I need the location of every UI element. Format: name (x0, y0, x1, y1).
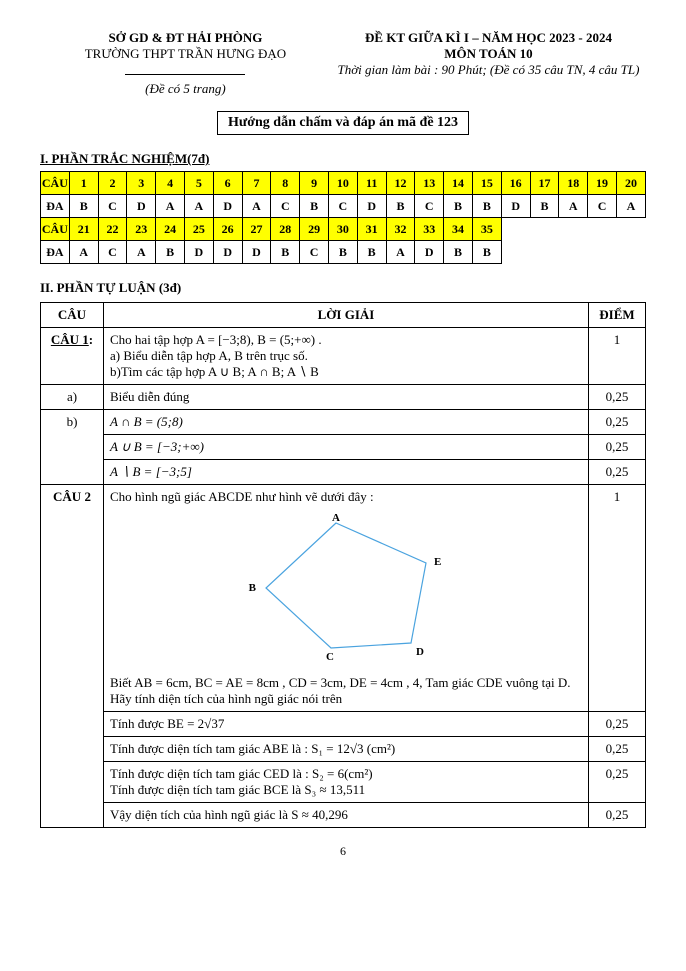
q2-row-2: Tính được diện tích tam giác ABE là : S₁… (41, 737, 646, 762)
solution-table: CÂU LỜI GIẢI ĐIỂM CÂU 1: Cho hai tập hợp… (40, 302, 646, 828)
q2-row-3-text: Tính được diện tích tam giác CED là : S₂… (104, 762, 589, 803)
subject: MÔN TOÁN 10 (331, 46, 646, 62)
q1-row-a: a) Biểu diễn đúng 0,25 (41, 385, 646, 410)
q2-row-3: Tính được diện tích tam giác CED là : S₂… (41, 762, 646, 803)
header-right: ĐỀ KT GIỮA KÌ I – NĂM HỌC 2023 - 2024 MÔ… (331, 30, 646, 97)
mcq-header-row-2: CÂU 21 22 23 24 25 26 27 28 29 30 31 32 … (41, 218, 646, 241)
department: SỞ GD & ĐT HẢI PHÒNG (40, 30, 331, 46)
q1-row-b3: A ∖ B = [−3;5] 0,25 (41, 460, 646, 485)
q2-intro: Cho hình ngũ giác ABCDE như hình vẽ dưới… (104, 485, 589, 712)
svg-text:D: D (416, 646, 424, 658)
page-count: (Đề có 5 trang) (40, 81, 331, 97)
q1-row-b1: b) A ∩ B = (5;8) 0,25 (41, 410, 646, 435)
q2-row-4: Vậy diện tích của hình ngũ giác là S ≈ 4… (41, 803, 646, 828)
svg-text:A: A (332, 513, 340, 524)
q2-row-1: Tính được BE = 2√37 0,25 (41, 712, 646, 737)
svg-text:E: E (434, 556, 441, 568)
solution-header-row: CÂU LỜI GIẢI ĐIỂM (41, 303, 646, 328)
q2-intro-row: CÂU 2 Cho hình ngũ giác ABCDE như hình v… (41, 485, 646, 712)
mcq-answer-row-2: ĐA A C A B D D D B C B B A D B B (41, 241, 646, 264)
svg-text:C: C (326, 651, 334, 663)
duration: Thời gian làm bài : 90 Phút; (Đề có 35 c… (331, 62, 646, 78)
mcq-label-cau: CÂU (41, 172, 70, 195)
section2-title: II. PHẦN TỰ LUẬN (3đ) (40, 280, 646, 296)
q1-intro-row: CÂU 1: Cho hai tập hợp A = [−3;8), B = (… (41, 328, 646, 385)
mcq-table: CÂU 1 2 3 4 5 6 7 8 9 10 11 12 13 14 15 … (40, 171, 646, 264)
mcq-answer-row-1: ĐA B C D A A D A C B C D B C B B D B A C… (41, 195, 646, 218)
header-left: SỞ GD & ĐT HẢI PHÒNG TRƯỜNG THPT TRẦN HƯ… (40, 30, 331, 97)
document-header: SỞ GD & ĐT HẢI PHÒNG TRƯỜNG THPT TRẦN HƯ… (40, 30, 646, 97)
pentagon-figure: A E D C B (110, 505, 582, 675)
main-title-box: Hướng dẫn chấm và đáp án mã đề 123 (40, 111, 646, 135)
page-number: 6 (40, 844, 646, 859)
blank-line (125, 62, 245, 75)
school: TRƯỜNG THPT TRẦN HƯNG ĐẠO (40, 46, 331, 62)
q2-label: CÂU 2 (41, 485, 104, 828)
section1-title: I. PHẦN TRẮC NGHIỆM(7đ) (40, 151, 646, 167)
q1-label: CÂU 1 (51, 332, 89, 347)
q1-row-b2: A ∪ B = [−3;+∞) 0,25 (41, 435, 646, 460)
q1-intro: Cho hai tập hợp A = [−3;8), B = (5;+∞) .… (104, 328, 589, 385)
exam-title: ĐỀ KT GIỮA KÌ I – NĂM HỌC 2023 - 2024 (331, 30, 646, 46)
mcq-header-row-1: CÂU 1 2 3 4 5 6 7 8 9 10 11 12 13 14 15 … (41, 172, 646, 195)
main-title: Hướng dẫn chấm và đáp án mã đề 123 (217, 111, 469, 135)
svg-text:B: B (249, 582, 257, 594)
